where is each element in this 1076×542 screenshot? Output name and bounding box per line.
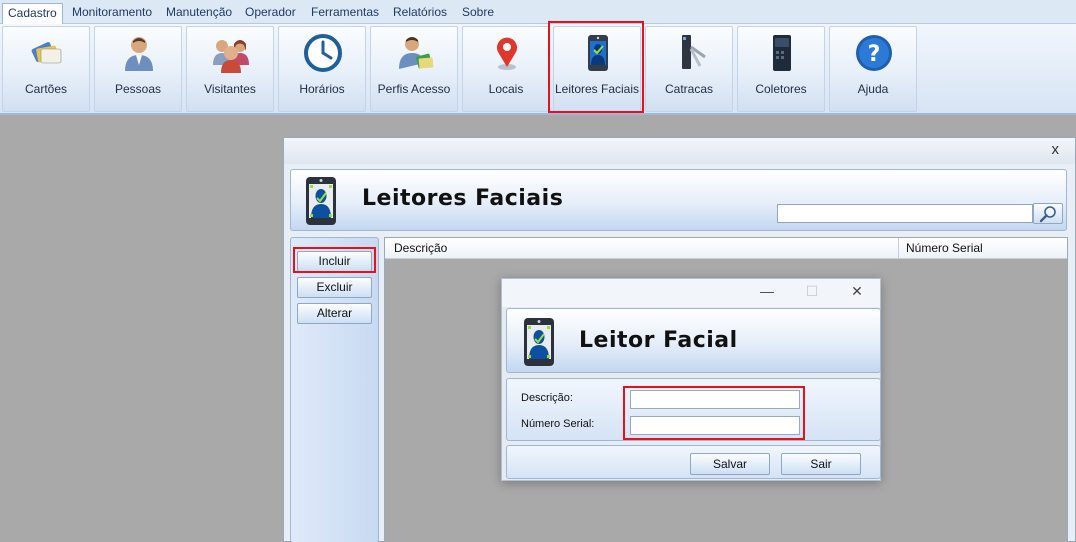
collector-icon xyxy=(773,35,791,71)
window-title-bar: x xyxy=(284,138,1075,164)
location-pin-icon xyxy=(497,37,517,70)
visitors-icon xyxy=(213,40,249,73)
dialog-footer: Salvar Sair xyxy=(506,445,881,479)
description-label: Descrição: xyxy=(521,392,573,404)
menu-relatorios[interactable]: Relatórios xyxy=(388,3,452,24)
column-header-descricao[interactable]: Descrição xyxy=(385,238,897,259)
leitor-facial-dialog: — ☐ ✕ Leitor Facial Descrição: Número Se… xyxy=(501,278,881,481)
close-icon[interactable]: x xyxy=(1052,141,1060,158)
ribbon-button-catracas[interactable]: Catracas xyxy=(645,26,733,112)
ribbon-button-label: Locais xyxy=(488,82,524,96)
face-reader-icon xyxy=(524,318,554,366)
ribbon-button-ajuda[interactable]: ? Ajuda xyxy=(829,26,917,112)
menu-cadastro[interactable]: Cadastro xyxy=(2,3,63,25)
window-header: Leitores Faciais xyxy=(290,169,1067,231)
minimize-icon[interactable]: — xyxy=(757,283,777,301)
search-input[interactable] xyxy=(777,204,1033,223)
svg-text:?: ? xyxy=(868,42,881,67)
serial-label: Número Serial: xyxy=(521,418,595,430)
face-reader-icon xyxy=(306,177,336,225)
close-icon[interactable]: ✕ xyxy=(847,283,867,301)
maximize-icon: ☐ xyxy=(805,283,819,299)
ribbon-button-label: Perfis Acesso xyxy=(377,82,451,96)
dialog-form: Descrição: Número Serial: xyxy=(506,378,881,441)
clock-icon xyxy=(304,34,342,72)
highlight-form-fields xyxy=(623,386,805,440)
dialog-title: Leitor Facial xyxy=(579,328,738,353)
menu-sobre[interactable]: Sobre xyxy=(457,3,499,24)
exit-button[interactable]: Sair xyxy=(781,453,861,475)
edit-button[interactable]: Alterar xyxy=(297,303,372,324)
menu-ferramentas[interactable]: Ferramentas xyxy=(306,3,384,24)
table-header: Descrição Número Serial xyxy=(385,238,1067,259)
ribbon-button-label: Catracas xyxy=(664,82,714,96)
person-icon xyxy=(125,37,153,71)
ribbon-button-perfis-acesso[interactable]: Perfis Acesso xyxy=(370,26,458,112)
ribbon-toolbar: Cartões Pessoas Visitantes Horários Perf… xyxy=(0,21,1076,115)
ribbon-button-label: Ajuda xyxy=(857,82,889,96)
highlight-leitores-faciais xyxy=(548,21,644,113)
ribbon-button-horarios[interactable]: Horários xyxy=(278,26,366,112)
save-button[interactable]: Salvar xyxy=(690,453,770,475)
search-icon xyxy=(1039,206,1056,223)
menu-monitoramento[interactable]: Monitoramento xyxy=(67,3,157,24)
ribbon-button-label: Cartões xyxy=(24,82,68,96)
highlight-include xyxy=(293,247,376,273)
access-profile-icon xyxy=(399,37,434,69)
help-icon: ? xyxy=(856,35,892,71)
actions-panel: Incluir Excluir Alterar xyxy=(290,237,379,542)
ribbon-button-label: Coletores xyxy=(755,82,807,96)
column-header-numero-serial[interactable]: Número Serial xyxy=(897,238,1067,259)
dialog-header: Leitor Facial xyxy=(506,308,881,373)
ribbon-button-label: Visitantes xyxy=(204,82,256,96)
ribbon-button-cartoes[interactable]: Cartões xyxy=(2,26,90,112)
turnstile-icon xyxy=(682,35,706,69)
menu-manutencao[interactable]: Manutenção xyxy=(161,3,237,24)
menu-bar: Cadastro Monitoramento Manutenção Operad… xyxy=(0,0,1076,25)
search-button[interactable] xyxy=(1033,203,1063,224)
cards-icon xyxy=(31,42,62,64)
menu-operador[interactable]: Operador xyxy=(240,3,301,24)
dialog-title-bar: — ☐ ✕ xyxy=(502,279,880,307)
page-title: Leitores Faciais xyxy=(362,186,564,211)
ribbon-button-pessoas[interactable]: Pessoas xyxy=(94,26,182,112)
ribbon-button-label: Horários xyxy=(299,82,345,96)
ribbon-button-coletores[interactable]: Coletores xyxy=(737,26,825,112)
delete-button[interactable]: Excluir xyxy=(297,277,372,298)
ribbon-button-label: Pessoas xyxy=(114,82,162,96)
ribbon-button-visitantes[interactable]: Visitantes xyxy=(186,26,274,112)
ribbon-button-locais[interactable]: Locais xyxy=(462,26,550,112)
